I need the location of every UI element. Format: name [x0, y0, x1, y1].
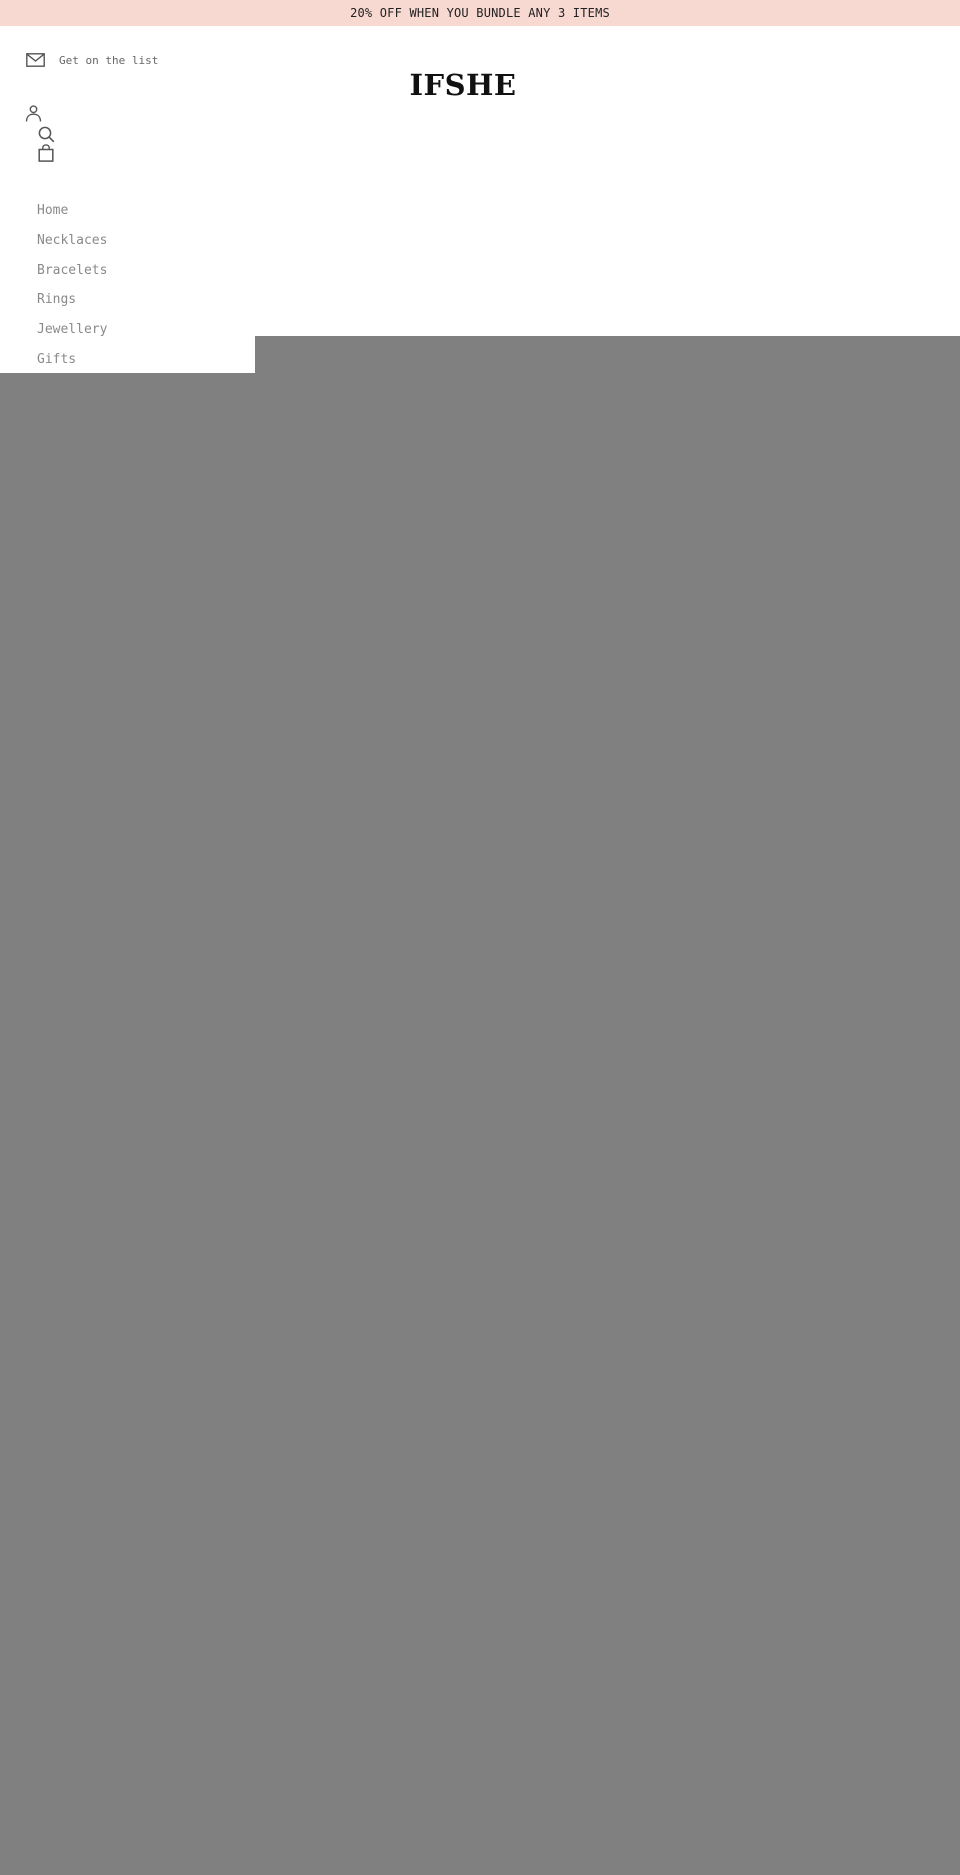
- page-overlay[interactable]: [0, 336, 960, 1875]
- nav-item-rings[interactable]: Rings: [37, 289, 76, 311]
- user-icon: [25, 105, 42, 122]
- announcement-text: 20% OFF WHEN YOU BUNDLE ANY 3 ITEMS: [350, 6, 610, 20]
- cart-button[interactable]: [38, 144, 54, 162]
- nav-item-bracelets[interactable]: Bracelets: [37, 260, 107, 282]
- site-logo[interactable]: IFSHE: [0, 65, 926, 105]
- nav-item-home[interactable]: Home: [37, 200, 68, 222]
- nav-drawer: Home Necklaces Bracelets Rings Jewellery…: [0, 196, 255, 373]
- nav-item-necklaces[interactable]: Necklaces: [37, 230, 107, 252]
- search-button[interactable]: [38, 126, 55, 143]
- site-header: Get on the list IFSHE Home Necklaces Bra…: [0, 26, 960, 373]
- search-icon: [38, 126, 55, 143]
- shopping-bag-icon: [38, 144, 54, 162]
- nav-item-gifts[interactable]: Gifts: [37, 349, 76, 371]
- account-button[interactable]: [25, 105, 42, 122]
- nav-item-jewellery[interactable]: Jewellery: [37, 319, 107, 341]
- announcement-bar: 20% OFF WHEN YOU BUNDLE ANY 3 ITEMS: [0, 0, 960, 26]
